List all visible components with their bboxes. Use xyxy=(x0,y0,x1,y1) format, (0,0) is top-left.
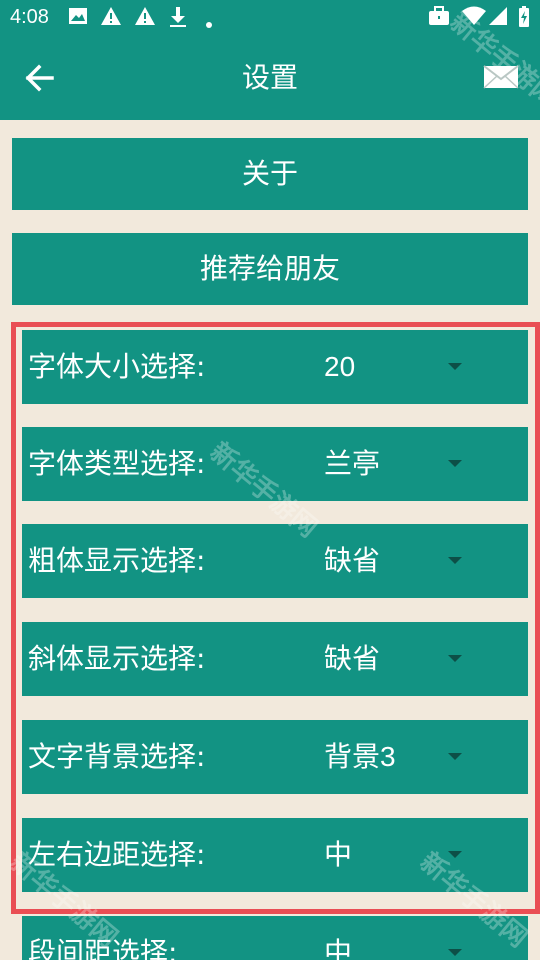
battery-icon xyxy=(518,6,530,33)
app-bar: 设置 xyxy=(0,36,540,120)
status-time: 4:08 xyxy=(10,6,49,28)
setting-value: 中 xyxy=(324,937,353,960)
dropdown-arrow-icon xyxy=(448,949,462,956)
recommend-to-friend-button[interactable]: 推荐给朋友 xyxy=(12,233,528,305)
download-icon xyxy=(168,6,188,33)
warning-icon xyxy=(134,6,156,31)
warning-icon xyxy=(100,6,122,31)
about-button[interactable]: 关于 xyxy=(12,138,528,210)
image-icon xyxy=(68,6,88,31)
page-title: 设置 xyxy=(241,61,298,94)
highlight-box xyxy=(11,322,540,914)
dot-icon xyxy=(205,12,213,34)
